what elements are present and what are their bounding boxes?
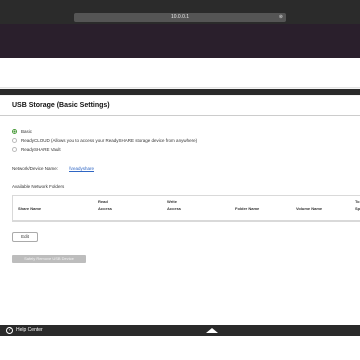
- router-header: [0, 24, 360, 58]
- column-header-share-name: Share Name: [18, 206, 42, 211]
- help-center-label[interactable]: Help Center: [16, 327, 43, 333]
- help-center-bar[interactable]: ? Help Center: [0, 325, 360, 336]
- safely-remove-usb-button[interactable]: Safely Remove USB Device: [12, 255, 86, 263]
- expand-up-icon[interactable]: [206, 328, 218, 333]
- device-name-link[interactable]: \\readyshare: [69, 166, 94, 171]
- address-text: 10.0.0.1: [170, 14, 190, 20]
- sub-navigation: [0, 58, 360, 88]
- radio-label: ReadyCLOUD (Allows you to access your Re…: [21, 138, 198, 143]
- network-folders-table: Share Name Read Access Write Access Fold…: [12, 195, 360, 221]
- main-content: USB Storage (Basic Settings) Basic Ready…: [0, 95, 360, 325]
- clear-icon[interactable]: ⊗: [279, 13, 283, 22]
- radio-basic[interactable]: Basic: [12, 129, 32, 134]
- edit-button[interactable]: Edit: [12, 232, 38, 242]
- browser-chrome: 10.0.0.1 ⊗: [0, 0, 360, 24]
- radio-button[interactable]: [12, 147, 17, 152]
- page-title: USB Storage (Basic Settings): [12, 102, 110, 109]
- page-bottom: [0, 336, 360, 360]
- radio-label: ReadySHARE Vault: [21, 147, 61, 152]
- table-divider: [12, 221, 360, 222]
- device-name-label: Network/Device Name:: [12, 166, 59, 171]
- title-rule: [0, 115, 360, 116]
- column-header-read-access: Read Access: [98, 199, 113, 211]
- help-icon[interactable]: ?: [6, 327, 13, 334]
- column-header-folder-name: Folder Name: [235, 206, 260, 211]
- radio-label: Basic: [21, 129, 33, 134]
- radio-readycloud[interactable]: ReadyCLOUD (Allows you to access your Re…: [12, 138, 197, 143]
- radio-button[interactable]: [12, 138, 17, 143]
- radio-readyshare-vault[interactable]: ReadySHARE Vault: [12, 147, 61, 152]
- address-bar[interactable]: 10.0.0.1 ⊗: [74, 13, 286, 22]
- network-folders-label: Available Network Folders: [12, 184, 65, 189]
- column-header-volume-name: Volume Name: [296, 206, 323, 211]
- column-header-total-space: To Sp: [355, 199, 360, 211]
- radio-button-selected[interactable]: [12, 129, 17, 134]
- column-header-write-access: Write Access: [167, 199, 182, 211]
